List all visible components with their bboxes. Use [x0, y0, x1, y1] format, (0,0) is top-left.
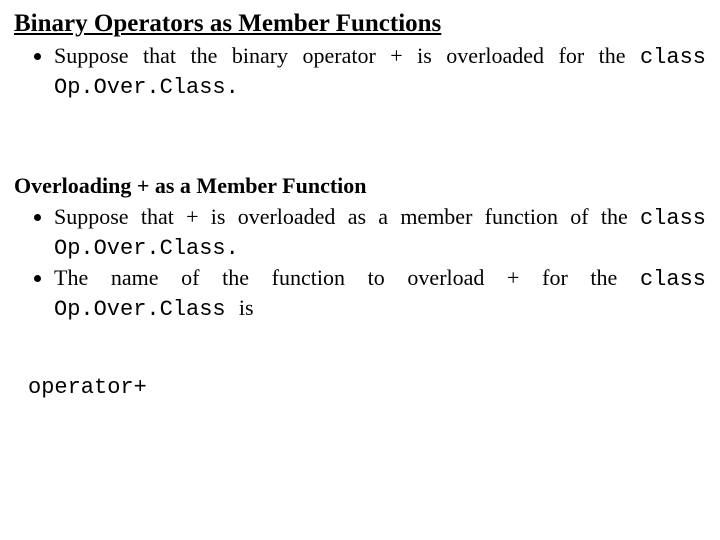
text-run: Suppose that the binary operator + is ov…: [54, 43, 640, 68]
section1-list: Suppose that the binary operator + is ov…: [14, 42, 706, 101]
spacer: [14, 103, 706, 173]
page-title: Binary Operators as Member Functions: [14, 10, 706, 38]
slide-page: Binary Operators as Member Functions Sup…: [0, 0, 720, 410]
keyword-class: class: [640, 206, 706, 231]
subheading: Overloading + as a Member Function: [14, 173, 706, 199]
keyword-class: class: [640, 45, 706, 70]
text-run: The name of the function to overload + f…: [54, 265, 640, 290]
keyword-class: class: [640, 267, 706, 292]
list-item: Suppose that the binary operator + is ov…: [54, 42, 706, 101]
text-run: is: [239, 295, 254, 320]
list-item: The name of the function to overload + f…: [54, 264, 706, 323]
spacer: [14, 325, 706, 375]
code-run: Op.Over.Class.: [54, 236, 239, 261]
operator-code: operator+: [28, 375, 706, 400]
code-run: Op.Over.Class: [54, 297, 239, 322]
code-run: Op.Over.Class.: [54, 75, 239, 100]
text-run: Suppose that + is overloaded as a member…: [54, 204, 640, 229]
list-item: Suppose that + is overloaded as a member…: [54, 203, 706, 262]
section2-list: Suppose that + is overloaded as a member…: [14, 203, 706, 323]
